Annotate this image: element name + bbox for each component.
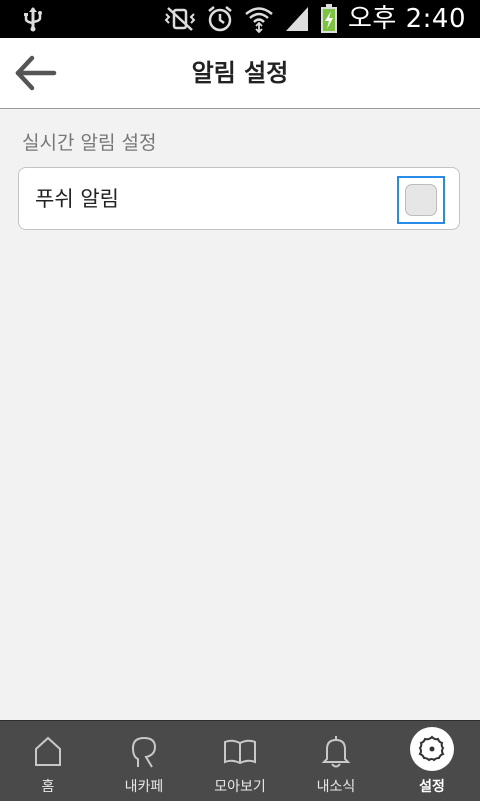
nav-label-settings: 설정 [419, 779, 445, 795]
nav-item-my-news[interactable]: 내소식 [288, 721, 384, 801]
my-cafe-icon [131, 736, 157, 768]
battery-charging-icon [320, 4, 338, 34]
app-header: 알림 설정 [0, 38, 480, 109]
status-time: 오후 2:40 [348, 4, 466, 34]
status-bar: 오후 2:40 [0, 0, 480, 38]
push-notification-label: 푸쉬 알림 [35, 187, 119, 211]
nav-item-settings[interactable]: 설정 [384, 721, 480, 801]
nav-label-my-cafe: 내카페 [124, 779, 164, 795]
push-notification-checkbox[interactable] [397, 176, 445, 224]
book-icon [224, 739, 256, 765]
gear-icon [418, 735, 445, 762]
nav-label-home: 홈 [41, 779, 55, 795]
usb-icon [20, 6, 46, 32]
alarm-icon [206, 5, 234, 33]
bottom-nav: 홈 내카페 모아보기 내소식 설정 [0, 720, 480, 801]
vibrate-icon [164, 6, 196, 32]
nav-label-collection: 모아보기 [214, 779, 266, 795]
nav-label-my-news: 내소식 [316, 779, 356, 795]
signal-icon [284, 5, 310, 33]
nav-item-collection[interactable]: 모아보기 [192, 721, 288, 801]
page-title: 알림 설정 [191, 59, 289, 87]
wifi-icon [244, 5, 274, 33]
section-label: 실시간 알림 설정 [22, 132, 157, 154]
bell-icon [321, 736, 351, 768]
nav-item-my-cafe[interactable]: 내카페 [96, 721, 192, 801]
home-icon [35, 736, 61, 766]
push-notification-row[interactable]: 푸쉬 알림 [18, 167, 460, 230]
checkbox-box [405, 184, 437, 216]
nav-item-home[interactable]: 홈 [0, 721, 96, 801]
